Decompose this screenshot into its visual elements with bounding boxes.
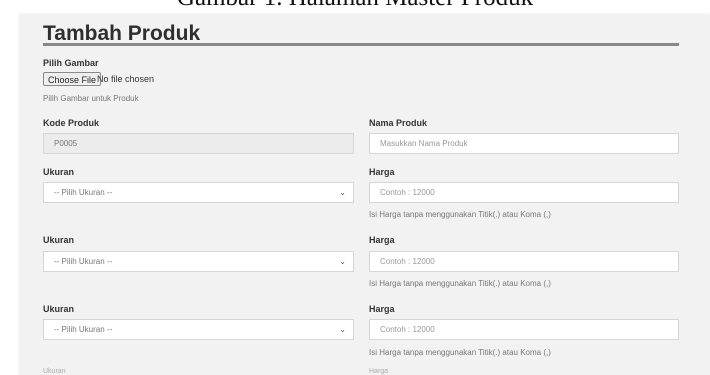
kode-produk-label: Kode Produk xyxy=(43,118,100,128)
harga-input[interactable]: Contoh : 12000 xyxy=(369,251,679,272)
harga-label: Harga xyxy=(369,368,389,375)
kode-produk-field: P0005 xyxy=(43,133,354,154)
chevron-down-icon: ⌄ xyxy=(339,257,346,266)
figure-caption: Gambar 1. Halaman Master Produk xyxy=(0,0,710,12)
harga-help-text: Isi Harga tanpa menggunakan Titik(.) ata… xyxy=(369,210,551,219)
harga-help-text: Isi Harga tanpa menggunakan Titik(.) ata… xyxy=(369,348,551,357)
chevron-down-icon: ⌄ xyxy=(339,325,346,334)
harga-input[interactable]: Contoh : 12000 xyxy=(369,319,679,340)
title-divider xyxy=(43,43,679,46)
harga-label: Harga xyxy=(369,235,395,245)
image-help-text: Pilih Gambar untuk Produk xyxy=(43,94,139,103)
ukuran-label: Ukuran xyxy=(43,368,66,375)
ukuran-select-value: -- Pilih Ukuran -- xyxy=(54,188,113,197)
nama-produk-label: Nama Produk xyxy=(369,118,428,128)
ukuran-select[interactable]: -- Pilih Ukuran -- ⌄ xyxy=(43,319,354,340)
harga-help-text: Isi Harga tanpa menggunakan Titik(.) ata… xyxy=(369,279,551,288)
harga-label: Harga xyxy=(369,304,395,314)
harga-input[interactable]: Contoh : 12000 xyxy=(369,182,679,203)
nama-produk-input[interactable]: Masukkan Nama Produk xyxy=(369,133,679,154)
choose-file-button[interactable]: Choose File xyxy=(43,72,102,86)
file-status-text: No file chosen xyxy=(97,74,155,84)
ukuran-label: Ukuran xyxy=(43,235,75,245)
image-label: Pilih Gambar xyxy=(43,58,99,68)
ukuran-select[interactable]: -- Pilih Ukuran -- ⌄ xyxy=(43,251,354,272)
ukuran-select[interactable]: -- Pilih Ukuran -- ⌄ xyxy=(43,182,354,203)
harga-label: Harga xyxy=(369,167,395,177)
ukuran-select-value: -- Pilih Ukuran -- xyxy=(54,257,113,266)
chevron-down-icon: ⌄ xyxy=(339,188,346,197)
ukuran-select-value: -- Pilih Ukuran -- xyxy=(54,325,113,334)
ukuran-label: Ukuran xyxy=(43,304,75,314)
ukuran-label: Ukuran xyxy=(43,167,75,177)
